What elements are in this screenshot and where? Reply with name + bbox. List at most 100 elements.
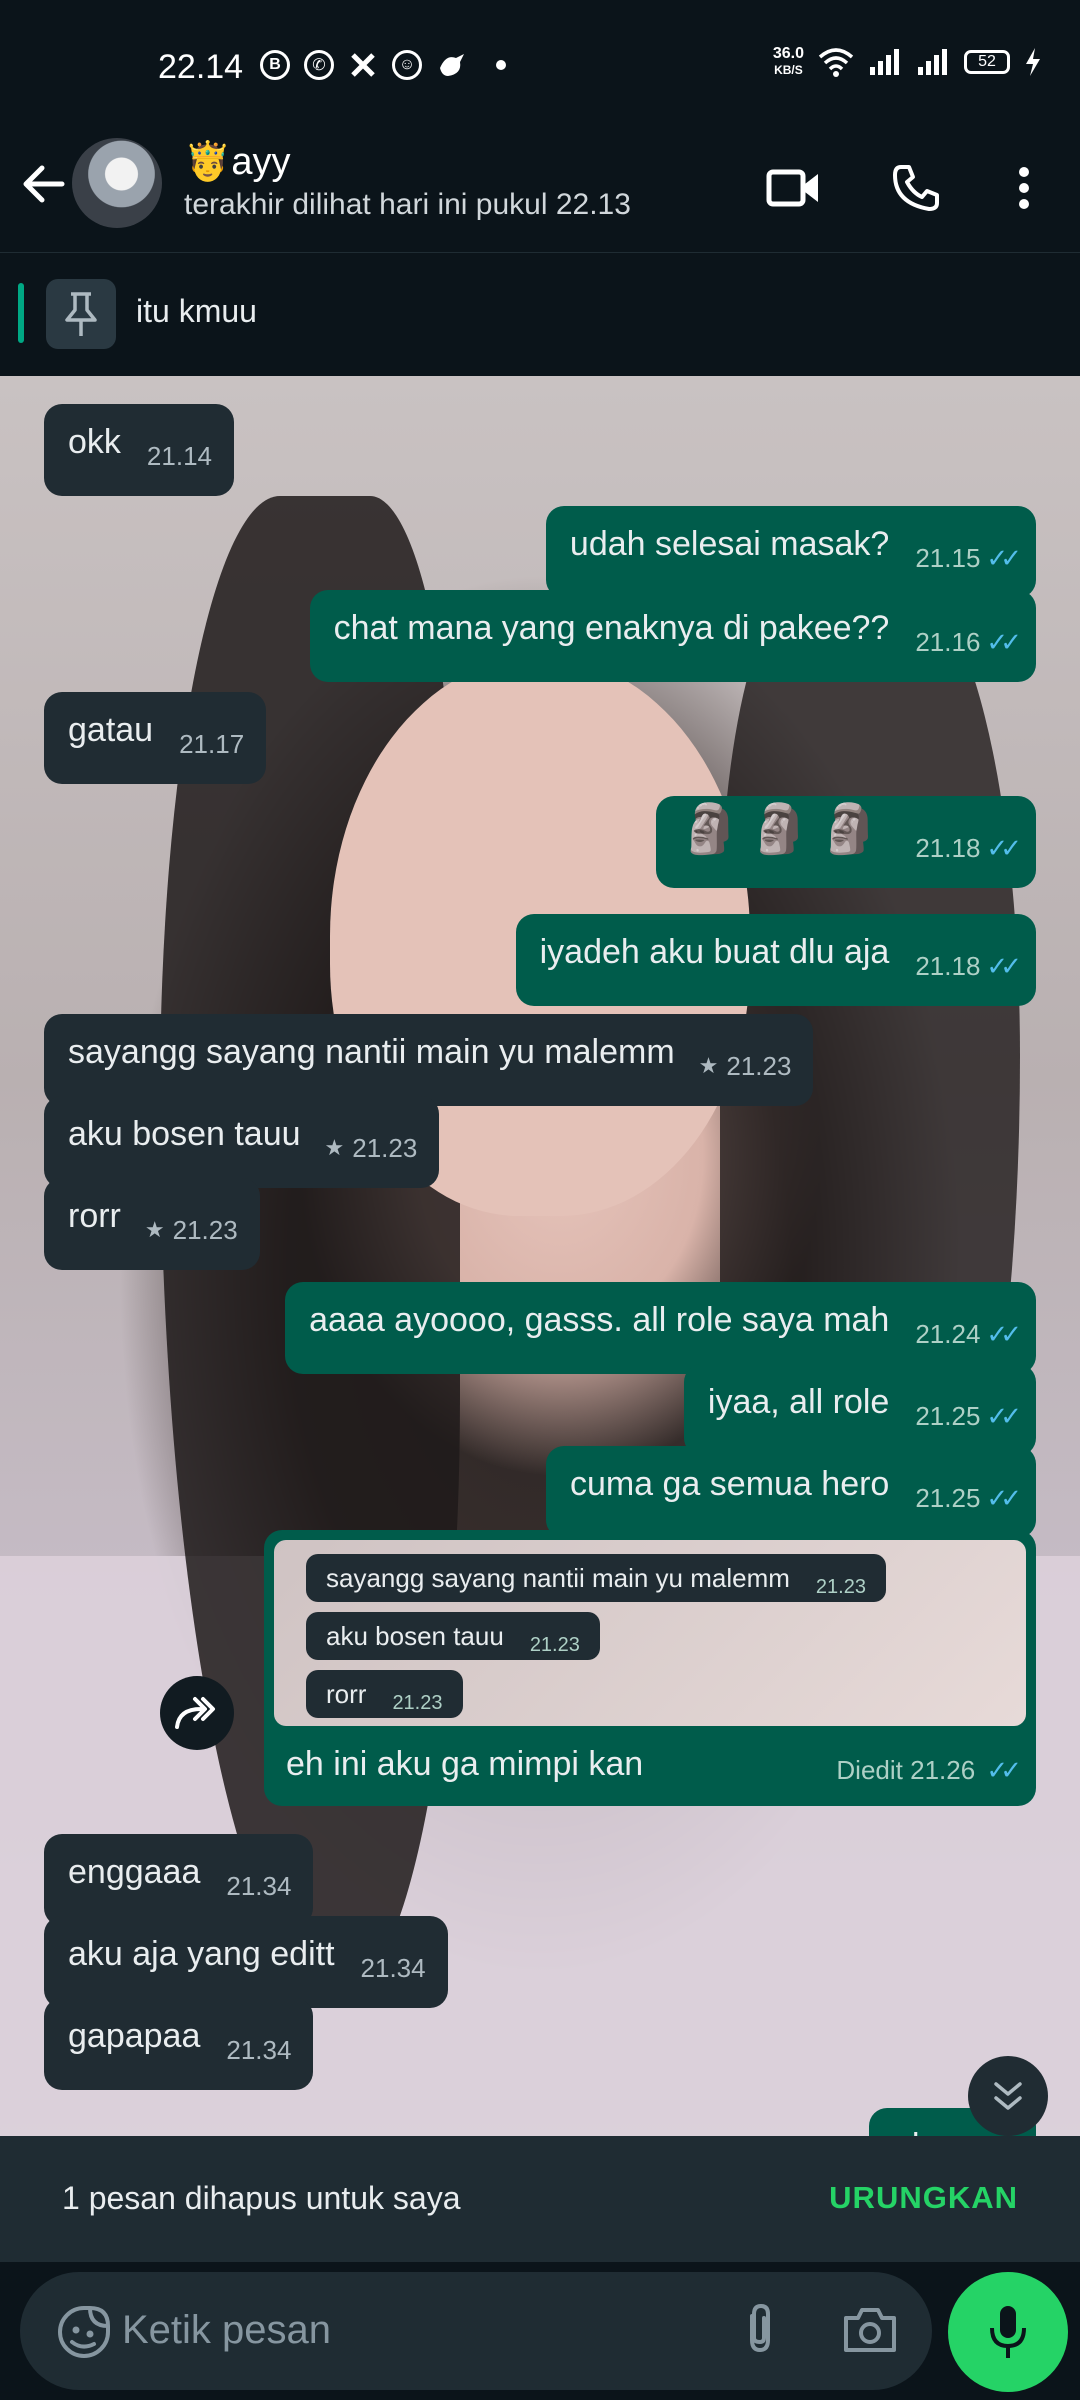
undo-button[interactable]: URUNGKAN — [829, 2180, 1018, 2216]
message-text: aku bosen tauu — [68, 1115, 301, 1153]
pinned-message-text: itu kmuu — [136, 293, 257, 329]
star-icon: ★ — [698, 1053, 719, 1078]
message-time: 21.14 — [146, 441, 212, 471]
message-outgoing-emoji[interactable]: 🗿🗿🗿 21.18 ✓✓ — [656, 796, 1036, 888]
more-notifications-dot — [496, 60, 506, 70]
network-speed: 36.0 KB/S — [773, 46, 804, 78]
pinned-message-bar[interactable]: itu kmuu — [0, 252, 1080, 375]
message-time: 21.34 — [226, 2035, 292, 2065]
message-text: chat mana yang enaknya di pakee?? — [333, 609, 890, 647]
message-incoming[interactable]: gatau 21.17 — [44, 692, 267, 784]
double-chevron-down-icon — [994, 2082, 1022, 2110]
message-time: 21.25 — [915, 1483, 981, 1513]
message-text: cuma ga semua hero — [569, 1465, 890, 1503]
signal-icon — [870, 49, 899, 75]
message-outgoing[interactable]: udah selesai masak? 21.15 ✓✓ — [545, 506, 1036, 598]
quoted-bubble: rorr 21.23 — [306, 1670, 463, 1718]
message-text: aku aja yang editt — [68, 1935, 335, 1973]
star-icon: ★ — [144, 1217, 165, 1242]
message-time: 21.17 — [179, 729, 245, 759]
read-ticks-icon: ✓✓ — [986, 543, 1021, 573]
message-outgoing[interactable]: aaaa ayoooo, gasss. all role saya mah 21.… — [285, 1282, 1036, 1374]
battery-icon: 52 — [964, 50, 1010, 74]
microphone-icon — [990, 2306, 1026, 2358]
x-icon — [351, 53, 375, 77]
message-outgoing[interactable]: iyaa, all role 21.25 ✓✓ — [683, 1364, 1036, 1456]
chat-header: 🤴ayy terakhir dilihat hari ini pukul 22.… — [0, 130, 1080, 250]
video-call-button[interactable] — [764, 158, 824, 218]
quoted-bubble: sayangg sayang nantii main yu malemm 21.2… — [306, 1554, 886, 1602]
read-ticks-icon: ✓✓ — [986, 951, 1021, 981]
read-ticks-icon: ✓✓ — [986, 1755, 1021, 1785]
message-text: gatau — [68, 711, 154, 749]
message-time: 21.15 — [915, 543, 981, 573]
snackbar-text: 1 pesan dihapus untuk saya — [62, 2180, 461, 2216]
message-text: okk — [68, 423, 121, 461]
quoted-time: 21.23 — [815, 1576, 866, 1598]
message-incoming[interactable]: okk 21.14 — [44, 404, 234, 496]
message-time: 21.23 — [726, 1051, 792, 1081]
sticker-icon[interactable] — [54, 2302, 114, 2362]
message-incoming[interactable]: sayangg sayang nantii main yu malemm ★ 21.… — [44, 1014, 814, 1106]
voice-message-button[interactable] — [948, 2272, 1068, 2392]
attach-icon[interactable] — [730, 2300, 790, 2360]
message-text: udah selesai masak? — [569, 525, 890, 563]
message-incoming[interactable]: aku bosen tauu ★ 21.23 — [44, 1096, 440, 1188]
read-ticks-icon: ✓✓ — [986, 833, 1021, 863]
quoted-bubble: aku bosen tauu 21.23 — [306, 1612, 600, 1660]
message-outgoing[interactable]: cuma ga semua hero 21.25 ✓✓ — [545, 1446, 1036, 1538]
quoted-text: rorr — [326, 1679, 367, 1709]
message-incoming[interactable]: rorr ★ 21.23 — [44, 1178, 260, 1270]
whatsapp-icon: ✆ — [304, 50, 334, 80]
status-time: 22.14 — [158, 48, 244, 86]
scroll-to-bottom-button[interactable] — [968, 2056, 1048, 2136]
quoted-text: aku bosen tauu — [326, 1621, 504, 1651]
video-camera-icon — [766, 169, 818, 207]
message-outgoing[interactable]: iyadeh aku buat dlu aja 21.18 ✓✓ — [515, 914, 1036, 1006]
message-incoming[interactable]: enggaaa 21.34 — [44, 1834, 314, 1926]
message-time: 21.26 — [910, 1755, 976, 1785]
message-text: eh ini aku ga mimpi kan — [286, 1745, 644, 1783]
message-time: 21.34 — [360, 1953, 426, 1983]
read-ticks-icon: ✓✓ — [986, 1483, 1021, 1513]
edited-label: Diedit — [836, 1755, 903, 1785]
message-outgoing-with-image[interactable]: sayangg sayang nantii main yu malemm 21.2… — [264, 1530, 1036, 1806]
message-time: 21.18 — [915, 951, 981, 981]
contact-name[interactable]: 🤴ayy — [184, 140, 290, 184]
forward-button[interactable] — [160, 1676, 234, 1750]
message-text: iyadeh aku buat dlu aja — [539, 933, 890, 971]
message-time: 21.18 — [915, 833, 981, 863]
smiley-icon: ☺ — [392, 50, 422, 80]
forward-icon — [175, 1697, 215, 1729]
message-incoming[interactable]: gapapaa 21.34 — [44, 1998, 314, 2090]
more-options-button[interactable] — [994, 158, 1054, 218]
message-incoming[interactable]: aku aja yang editt 21.34 — [44, 1916, 448, 2008]
message-placeholder: Ketik pesan — [122, 2308, 332, 2352]
message-time: 21.25 — [915, 1401, 981, 1431]
image-preview[interactable]: sayangg sayang nantii main yu malemm 21.2… — [274, 1540, 1026, 1726]
star-icon: ★ — [324, 1135, 345, 1160]
message-input[interactable]: Ketik pesan — [20, 2272, 932, 2390]
message-time: 21.24 — [915, 1319, 981, 1349]
message-time: 21.23 — [172, 1215, 238, 1245]
read-ticks-icon: ✓✓ — [986, 627, 1021, 657]
message-text: aaaa ayoooo, gasss. all role saya mah — [309, 1301, 890, 1339]
contact-name-text: ayy — [231, 141, 291, 183]
message-outgoing[interactable]: chat mana yang enaknya di pakee?? 21.16 ✓✓ — [309, 590, 1036, 682]
avatar[interactable] — [72, 138, 162, 228]
last-seen-status: terakhir dilihat hari ini pukul 22.13 — [184, 188, 631, 221]
notification-icons: B ✆ ☺ — [260, 50, 506, 80]
voice-call-button[interactable] — [886, 158, 946, 218]
message-text: 🗿🗿🗿 — [680, 803, 890, 856]
message-time: 21.16 — [915, 627, 981, 657]
read-ticks-icon: ✓✓ — [986, 1319, 1021, 1349]
chat-area[interactable]: okk 21.14 udah selesai masak? 21.15 ✓✓ chat… — [0, 376, 1080, 2136]
camera-icon[interactable] — [840, 2300, 900, 2360]
pin-icon — [46, 279, 116, 349]
back-arrow-icon[interactable] — [18, 158, 70, 210]
message-time: 21.34 — [226, 1871, 292, 1901]
quoted-time: 21.23 — [529, 1634, 580, 1656]
b-icon: B — [260, 50, 290, 80]
crown-emoji: 🤴 — [184, 141, 232, 183]
system-icons: 36.0 KB/S 52 — [773, 46, 1042, 78]
